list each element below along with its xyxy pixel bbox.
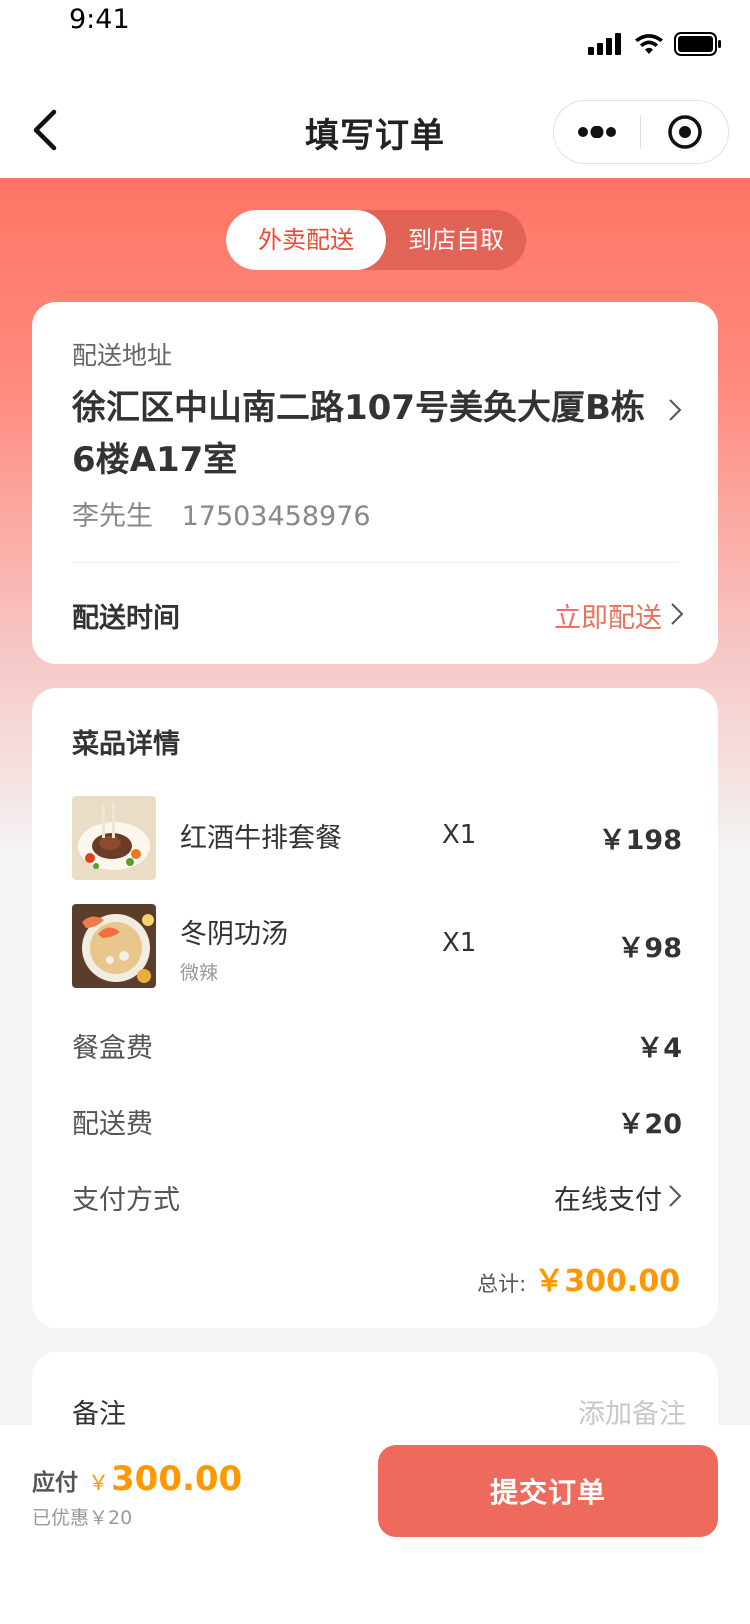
chevron-right-icon[interactable] <box>668 398 682 422</box>
battery-icon <box>674 32 721 56</box>
status-bar: 9:41 <box>0 0 750 88</box>
delivery-fee-value: ￥20 <box>617 1109 682 1140</box>
dish-image-tomyum <box>72 904 156 988</box>
address-label: 配送地址 <box>72 341 173 370</box>
tab-delivery[interactable]: 外卖配送 <box>226 210 386 270</box>
divider <box>72 562 678 563</box>
dish-name: 冬阴功汤 <box>180 919 288 950</box>
total-label: 总计: <box>477 1272 527 1296</box>
total-value: ￥300.00 <box>534 1264 680 1299</box>
address-card: 配送地址 徐汇区中山南二路107号美奂大厦B栋6楼A17室 李先生 175034… <box>32 302 718 664</box>
dish-qty: X1 <box>442 928 477 958</box>
contact-name: 李先生 <box>72 501 153 532</box>
nav-bar: 填写订单 <box>0 88 750 178</box>
miniprogram-capsule <box>553 100 729 164</box>
wifi-icon <box>635 34 663 54</box>
delivery-time-value[interactable]: 立即配送 <box>554 596 662 635</box>
dish-detail-title: 菜品详情 <box>72 729 180 760</box>
payment-method-label: 支付方式 <box>72 1185 180 1216</box>
box-fee-label: 餐盒费 <box>72 1033 153 1064</box>
delivery-fee-row: 配送费 ￥20 <box>72 1102 682 1142</box>
bottom-bar: 应付 ￥ 300.00 已优惠￥20 提交订单 <box>0 1425 750 1624</box>
payment-method-value[interactable]: 在线支付 <box>554 1178 662 1217</box>
box-fee-value: ￥4 <box>636 1033 682 1064</box>
status-icons <box>588 32 722 56</box>
box-fee-row: 餐盒费 ￥4 <box>72 1026 682 1066</box>
contact-phone: 17503458976 <box>181 501 371 532</box>
submit-order-button[interactable]: 提交订单 <box>378 1445 718 1537</box>
payment-method-row[interactable]: 支付方式 在线支付 <box>72 1178 682 1218</box>
dish-image-steak <box>72 796 156 880</box>
delivery-fee-label: 配送费 <box>72 1109 153 1140</box>
dish-row: 冬阴功汤 微辣 X1 ￥98 <box>72 904 682 988</box>
order-detail-card: 菜品详情 红酒牛排套餐 X1 ￥198 冬阴功汤 微辣 X1 ￥98 餐盒费 ￥… <box>32 688 718 1328</box>
more-dots-icon <box>578 126 616 138</box>
contact-info: 李先生 17503458976 <box>72 494 391 533</box>
delivery-time-label: 配送时间 <box>72 603 180 634</box>
dish-price: ￥198 <box>598 825 682 856</box>
tab-pickup[interactable]: 到店自取 <box>386 210 526 270</box>
close-miniprogram-button[interactable] <box>641 114 728 150</box>
dish-name: 红酒牛排套餐 <box>180 823 342 854</box>
payable-label: 应付 <box>32 1470 78 1496</box>
chevron-right-icon[interactable] <box>670 602 684 626</box>
dish-qty: X1 <box>442 820 477 850</box>
target-circle-icon <box>667 115 702 149</box>
status-time: 9:41 <box>69 4 130 35</box>
chevron-right-icon[interactable] <box>668 1184 682 1208</box>
payable-line: 应付 ￥ 300.00 <box>32 1459 242 1499</box>
address-text[interactable]: 徐汇区中山南二路107号美奂大厦B栋6楼A17室 <box>72 382 652 486</box>
signal-icon <box>588 33 621 55</box>
total-row: 总计: ￥300.00 <box>477 1256 680 1300</box>
payable-amount: 300.00 <box>111 1459 243 1499</box>
dish-row: 红酒牛排套餐 X1 ￥198 <box>72 796 682 880</box>
discount-text: 已优惠￥20 <box>32 1507 133 1529</box>
delivery-mode-toggle: 外卖配送 到店自取 <box>226 210 526 270</box>
dish-note: 微辣 <box>180 962 219 984</box>
dish-price: ￥98 <box>617 933 682 964</box>
payable-currency: ￥ <box>88 1471 109 1495</box>
more-button[interactable] <box>554 126 640 138</box>
